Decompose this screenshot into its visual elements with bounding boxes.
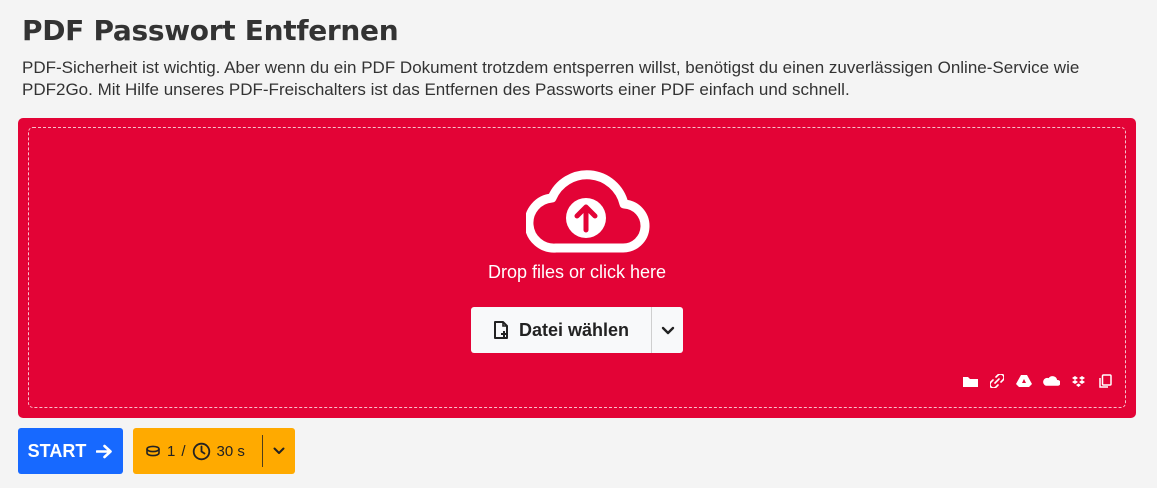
clipboard-icon[interactable] — [1096, 373, 1114, 389]
choose-dropdown-button[interactable] — [652, 307, 683, 353]
time-estimate: 30 s — [216, 442, 245, 460]
onedrive-icon[interactable] — [1042, 373, 1060, 389]
page-description: PDF-Sicherheit ist wichtig. Aber wenn du… — [22, 58, 1080, 99]
chevron-down-icon — [273, 447, 285, 454]
dropzone-border: Drop files or click here Datei wählen — [28, 127, 1126, 408]
upload-sources — [961, 373, 1114, 389]
google-drive-icon[interactable] — [1015, 373, 1033, 389]
clock-icon — [192, 442, 210, 460]
drop-instruction: Drop files or click here — [487, 262, 667, 282]
choose-file-group: Datei wählen — [471, 307, 683, 353]
credit-cost-info: 1 / 30 s — [133, 442, 262, 461]
link-icon[interactable] — [988, 373, 1006, 389]
credit-dropdown-button[interactable] — [263, 447, 295, 455]
page-title: PDF Passwort Entfernen — [22, 14, 399, 47]
credit-divider — [262, 435, 263, 467]
choose-file-button[interactable]: Datei wählen — [471, 307, 651, 353]
start-label: START — [27, 440, 87, 461]
choose-file-label: Datei wählen — [518, 319, 630, 340]
upload-dropzone[interactable]: Drop files or click here Datei wählen — [18, 118, 1136, 418]
dropbox-icon[interactable] — [1069, 373, 1087, 389]
file-add-icon — [493, 320, 508, 339]
cloud-upload-icon — [526, 170, 650, 253]
chevron-down-icon — [661, 326, 674, 334]
start-button[interactable]: START — [18, 428, 123, 474]
arrow-right-icon — [96, 444, 113, 458]
credit-separator: / — [181, 442, 186, 460]
credit-count: 1 — [167, 442, 176, 460]
coins-icon — [146, 445, 160, 457]
folder-icon[interactable] — [961, 373, 979, 389]
credit-cost-button[interactable]: 1 / 30 s — [133, 428, 295, 474]
